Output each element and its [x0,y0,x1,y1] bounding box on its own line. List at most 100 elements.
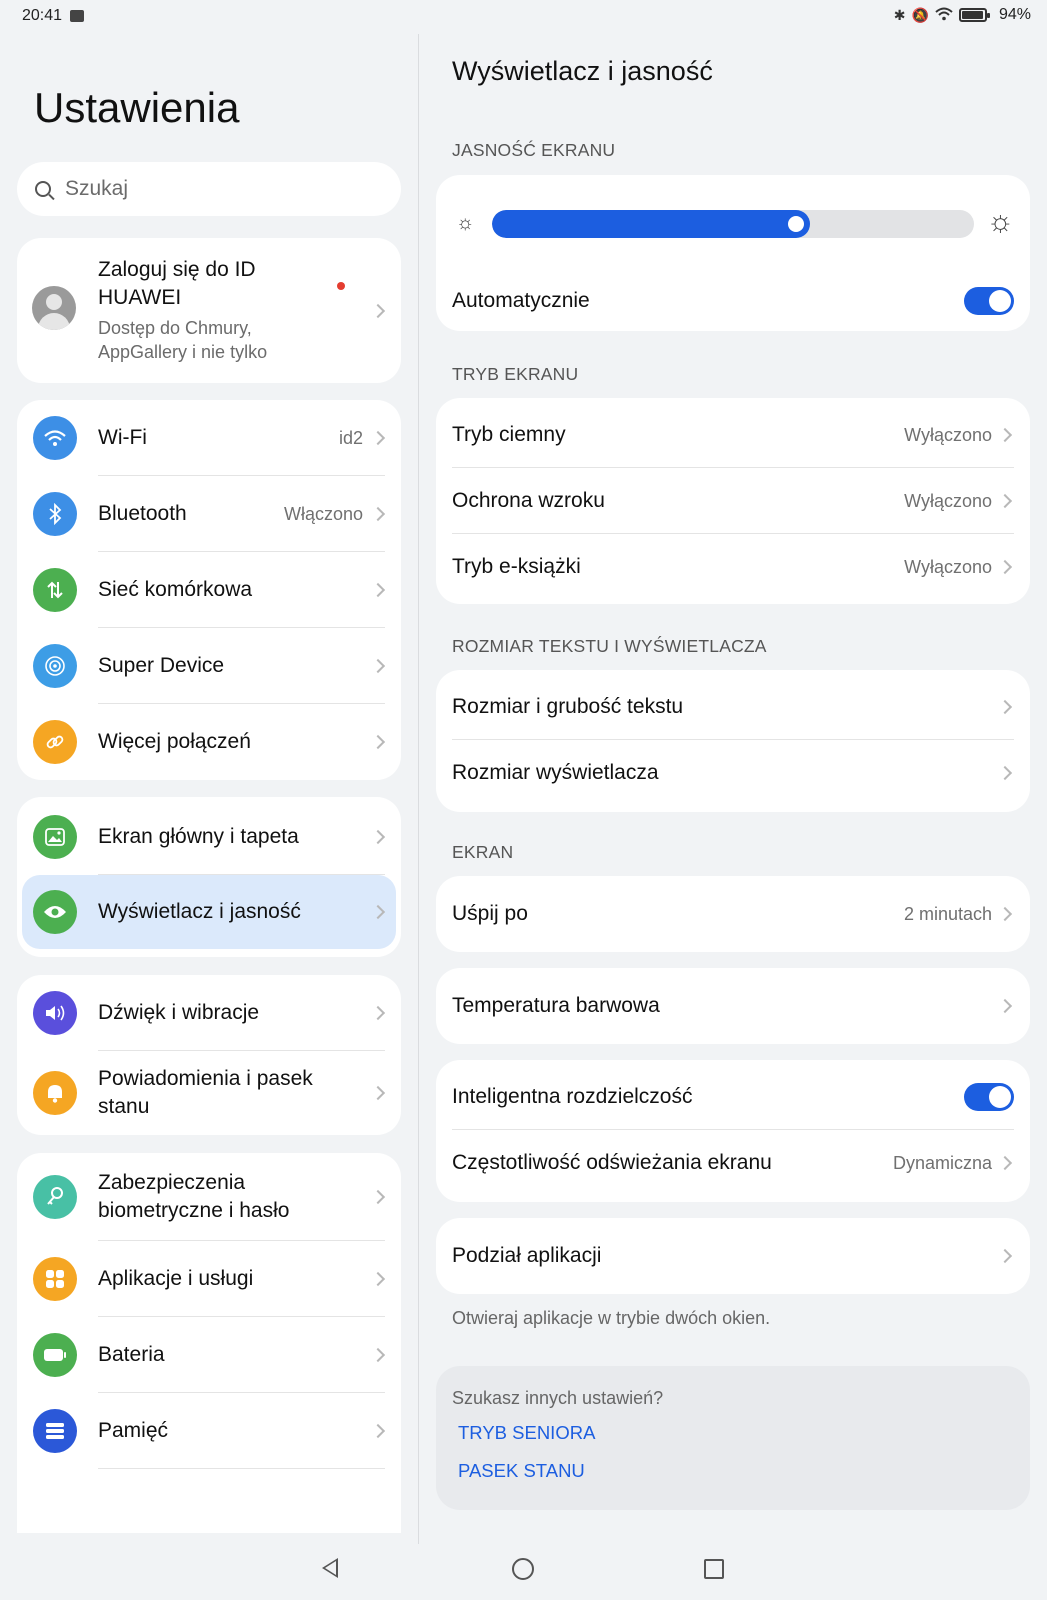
chevron-right-icon [997,906,1013,922]
brightness-track[interactable] [492,210,974,238]
dark-mode-label: Tryb ciemny [452,423,566,446]
navigation-bar [0,1548,1047,1600]
settings-item-value: Włączono [283,503,363,524]
settings-item-label: Dźwięk i wibracje [98,1001,260,1024]
super-device-icon [33,644,77,688]
color-temperature-label: Temperatura barwowa [452,994,660,1017]
detail-title: Wyświetlacz i jasność [452,56,713,86]
screen-mode-card: Tryb ciemny Wyłączono Ochrona wzroku Wył… [436,398,1030,604]
settings-item-bluetooth[interactable]: Bluetooth Włączono [17,476,401,552]
smart-resolution-row[interactable]: Inteligentna rozdzielczość [436,1064,1030,1130]
chevron-right-icon [997,493,1013,509]
color-temperature-card: Temperatura barwowa [436,968,1030,1044]
brightness-card: ☼ ☼ Automatycznie [436,175,1030,331]
apps-icon [33,1257,77,1301]
sleep-label: Uśpij po [452,902,528,925]
color-temperature-row[interactable]: Temperatura barwowa [436,968,1030,1044]
back-icon[interactable] [322,1558,338,1578]
cellular-icon [33,568,77,612]
settings-item-label: Zabezpieczenia biometryczne i hasło [98,1171,290,1222]
notification-dot [337,282,345,290]
chevron-right-icon [997,699,1013,715]
settings-item-notifications[interactable]: Powiadomienia i pasek stanu [17,1051,401,1135]
settings-item-label: Sieć komórkowa [98,578,253,601]
wallpaper-icon [33,815,77,859]
related-settings-question: Szukasz innych ustawień? [452,1388,664,1408]
home-icon[interactable] [512,1558,534,1580]
ebook-mode-row[interactable]: Tryb e-książki Wyłączono [436,534,1030,600]
battery-icon [33,1333,77,1377]
settings-item-battery[interactable]: Bateria [17,1317,401,1393]
refresh-rate-row[interactable]: Częstotliwość odświeżania ekranu Dynamic… [436,1130,1030,1196]
search-bar[interactable] [17,162,401,216]
system-group: Zabezpieczenia biometryczne i hasło Apli… [17,1153,401,1533]
chevron-right-icon [370,904,386,920]
brightness-slider[interactable]: ☼ ☼ [436,175,1030,271]
settings-item-storage[interactable]: Pamięć [17,1393,401,1469]
chevron-right-icon [370,1189,386,1205]
text-size-weight-label: Rozmiar i grubość tekstu [452,695,684,718]
settings-item-super-device[interactable]: Super Device [17,628,401,704]
settings-item-label: Bateria [98,1343,165,1366]
dark-mode-value: Wyłączono [904,424,992,445]
status-icons: ✱ 🔕 94% [894,6,1031,24]
wifi-status-icon [935,7,953,24]
battery-status-icon [958,8,990,22]
message-notification-icon [70,10,84,22]
brightness-thumb[interactable] [788,216,804,232]
connectivity-group: Wi-Fi id2 Bluetooth Włączono Sieć komórk… [17,400,401,780]
chevron-right-icon [370,1347,386,1363]
settings-item-label: Więcej połączeń [98,730,251,753]
text-size-weight-row[interactable]: Rozmiar i grubość tekstu [436,674,1030,740]
app-split-label: Podział aplikacji [452,1244,602,1267]
app-split-row[interactable]: Podział aplikacji [436,1218,1030,1294]
ebook-mode-value: Wyłączono [904,556,992,577]
settings-item-more-connections[interactable]: Więcej połączeń [17,704,401,780]
settings-item-home-screen[interactable]: Ekran główny i tapeta [17,799,401,875]
dark-mode-row[interactable]: Tryb ciemny Wyłączono [436,402,1030,468]
huawei-id-card[interactable]: Zaloguj się do ID HUAWEI Dostęp do Chmur… [17,238,401,383]
section-header-screen-mode: TRYB EKRANU [452,364,579,384]
chevron-right-icon [997,1248,1013,1264]
eye-comfort-label: Ochrona wzroku [452,489,605,512]
bluetooth-icon [33,492,77,536]
settings-item-value: id2 [338,427,363,448]
account-subtitle: Dostęp do Chmury, AppGallery i nie tylko [98,318,268,362]
recent-apps-icon[interactable] [704,1559,724,1579]
sleep-row[interactable]: Uśpij po 2 minutach [436,876,1030,952]
search-input[interactable] [65,177,365,201]
settings-item-security[interactable]: Zabezpieczenia biometryczne i hasło [17,1153,401,1241]
senior-mode-link[interactable]: TRYB SENIORA [458,1422,595,1444]
refresh-rate-label: Częstotliwość odświeżania ekranu [452,1151,772,1174]
refresh-rate-value: Dynamiczna [892,1152,992,1173]
account-name: Zaloguj się do ID HUAWEI [98,258,256,309]
chevron-right-icon [997,427,1013,443]
chevron-right-icon [370,506,386,522]
chevron-right-icon [370,658,386,674]
auto-brightness-row[interactable]: Automatycznie [436,271,1030,331]
mute-status-icon: 🔕 [911,6,929,23]
status-bar-link[interactable]: PASEK STANU [458,1460,585,1482]
smart-resolution-label: Inteligentna rozdzielczość [452,1085,693,1108]
smart-resolution-toggle[interactable] [964,1083,1014,1111]
settings-item-apps[interactable]: Aplikacje i usługi [17,1241,401,1317]
settings-item-display-brightness[interactable]: Wyświetlacz i jasność [22,875,396,949]
auto-brightness-toggle[interactable] [964,287,1014,315]
chevron-right-icon [370,829,386,845]
sound-group: Dźwięk i wibracje Powiadomienia i pasek … [17,975,401,1135]
display-size-row[interactable]: Rozmiar wyświetlacza [436,740,1030,806]
chevron-right-icon [370,1005,386,1021]
app-split-card: Podział aplikacji [436,1218,1030,1294]
eye-comfort-row[interactable]: Ochrona wzroku Wyłączono [436,468,1030,534]
page-title: Ustawienia [34,84,240,131]
sun-large-icon: ☼ [986,205,1015,238]
settings-item-wifi[interactable]: Wi-Fi id2 [17,400,401,476]
sun-small-icon: ☼ [456,212,475,234]
storage-icon [33,1409,77,1453]
settings-item-cellular[interactable]: Sieć komórkowa [17,552,401,628]
resolution-card: Inteligentna rozdzielczość Częstotliwość… [436,1060,1030,1202]
app-split-hint: Otwieraj aplikacje w trybie dwóch okien. [452,1308,771,1328]
settings-item-label: Wyświetlacz i jasność [98,900,301,923]
ebook-mode-label: Tryb e-książki [452,555,581,578]
settings-item-sound[interactable]: Dźwięk i wibracje [17,975,401,1051]
